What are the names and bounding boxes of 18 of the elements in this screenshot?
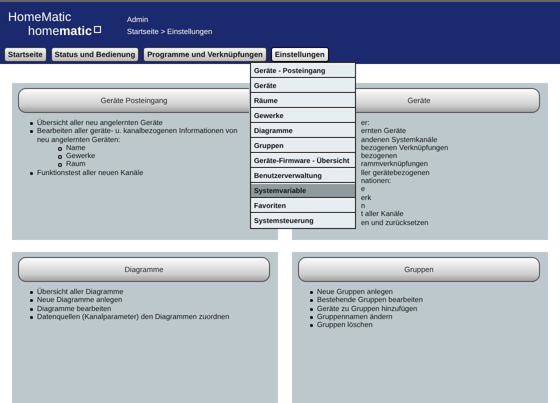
bullet-icon <box>58 146 62 151</box>
bullet-icon <box>310 291 313 294</box>
bullet-icon <box>30 316 33 319</box>
logo-icon <box>94 26 101 33</box>
logo-text: HomeMatic <box>8 10 72 24</box>
bullet-icon <box>30 299 33 302</box>
bullet-icon <box>310 308 313 311</box>
bullet-icon <box>30 172 33 175</box>
bullet-icon <box>310 316 313 319</box>
bullet-icon <box>310 324 313 328</box>
bullet-icon <box>58 155 62 160</box>
bullet-icon <box>310 299 313 302</box>
bullet-icon <box>30 291 33 294</box>
bullet-icon <box>30 308 33 311</box>
bullet-icon <box>30 130 33 134</box>
bullet-icon <box>58 163 62 168</box>
logo-text: homematic <box>28 24 92 38</box>
bullet-icon <box>30 122 33 125</box>
